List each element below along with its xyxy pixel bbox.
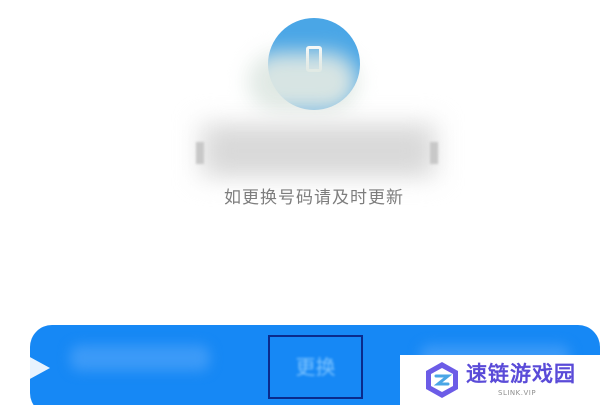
watermark-title: 速链游戏园 xyxy=(466,362,576,386)
blur-edge-left xyxy=(196,142,204,164)
phone-number-screen: 如更换号码请及时更新 更换 速链游戏园 SLINK.VIP xyxy=(0,0,600,405)
change-button-label: 更换 xyxy=(295,355,336,379)
blur-edge-right xyxy=(430,142,438,164)
button-blur-left xyxy=(70,345,210,371)
watermark-logo-icon xyxy=(426,362,458,398)
change-label-highlight[interactable]: 更换 xyxy=(268,335,363,399)
watermark: 速链游戏园 SLINK.VIP xyxy=(400,355,600,405)
blurred-avatar-area xyxy=(248,52,358,112)
update-hint-text: 如更换号码请及时更新 xyxy=(224,188,404,208)
watermark-subtitle: SLINK.VIP xyxy=(498,389,537,397)
blurred-phone-number-core xyxy=(214,134,424,168)
arrow-icon xyxy=(28,356,50,380)
